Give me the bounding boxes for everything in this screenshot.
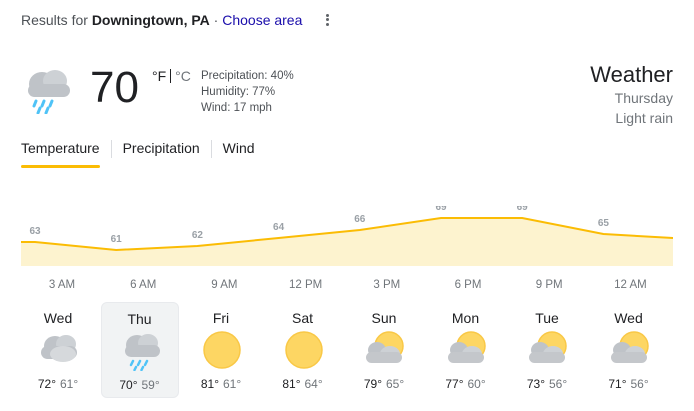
day-temps: 77° 60° bbox=[427, 377, 505, 391]
location-name: Downingtown, PA bbox=[91, 12, 210, 28]
high-temp: 79° bbox=[363, 377, 382, 391]
low-temp: 61° bbox=[223, 377, 242, 391]
high-temp: 81° bbox=[282, 377, 301, 391]
high-temp: 77° bbox=[445, 377, 464, 391]
temperature-data-label: 64 bbox=[273, 222, 285, 233]
temperature-data-label: 61 bbox=[111, 234, 123, 245]
precipitation-text: Precipitation: 40% bbox=[201, 70, 294, 82]
partly-cloudy-icon bbox=[526, 330, 570, 370]
low-temp: 65° bbox=[386, 377, 405, 391]
unit-toggle: °F °C bbox=[152, 68, 191, 84]
partly-cloudy-icon bbox=[608, 330, 652, 370]
current-temperature: 70 bbox=[90, 63, 139, 112]
day-temps: 72° 61° bbox=[19, 377, 97, 391]
more-options-icon[interactable] bbox=[320, 12, 334, 30]
fahrenheit-toggle[interactable]: °F bbox=[152, 68, 166, 84]
day-name: Sun bbox=[371, 310, 397, 326]
temperature-data-label: 66 bbox=[354, 214, 366, 225]
high-temp: 73° bbox=[526, 377, 545, 391]
forecast-day-6[interactable]: Tue 73° 56° bbox=[508, 302, 586, 398]
tab-precipitation[interactable]: Precipitation bbox=[123, 140, 200, 168]
humidity-text: Humidity: 77% bbox=[201, 86, 276, 98]
day-temps: 81° 64° bbox=[264, 377, 342, 391]
cloudy-icon bbox=[37, 330, 81, 370]
day-temps: 70° 59° bbox=[102, 378, 178, 392]
hour-label: 9 PM bbox=[535, 279, 563, 291]
low-temp: 64° bbox=[304, 377, 323, 391]
day-temps: 81° 61° bbox=[182, 377, 260, 391]
temperature-data-label: 65 bbox=[598, 218, 610, 229]
results-header: Results for Downingtown, PA · Choose are… bbox=[21, 12, 302, 28]
rain-cloud-icon bbox=[22, 64, 74, 115]
day-name: Fri bbox=[212, 310, 230, 326]
temperature-data-label: 69 bbox=[435, 206, 447, 213]
temperature-data-label: 63 bbox=[29, 226, 41, 237]
high-temp: 72° bbox=[37, 377, 56, 391]
day-temps: 73° 56° bbox=[508, 377, 586, 391]
summary-day: Thursday bbox=[614, 90, 673, 106]
day-temps: 79° 65° bbox=[345, 377, 423, 391]
summary-condition: Light rain bbox=[615, 110, 673, 126]
temperature-data-label: 69 bbox=[517, 206, 529, 213]
day-name: Thu bbox=[127, 311, 152, 327]
hour-labels: 3 AM 6 AM 9 AM 12 PM 3 PM 6 PM 9 PM 12 AM bbox=[21, 279, 673, 293]
forecast-day-1[interactable]: Thu 70° 59° bbox=[100, 302, 179, 398]
day-name: Tue bbox=[535, 310, 559, 326]
hour-label: 3 AM bbox=[48, 279, 76, 291]
rain-cloud-icon bbox=[120, 331, 164, 372]
forecast-day-0[interactable]: Wed 72° 61° bbox=[19, 302, 97, 398]
day-name: Sat bbox=[291, 310, 313, 326]
hour-label: 6 PM bbox=[454, 279, 482, 291]
forecast-day-2[interactable]: Fri 81° 61° bbox=[182, 302, 260, 398]
day-temps: 71° 56° bbox=[590, 377, 668, 391]
sun-icon bbox=[282, 330, 326, 370]
results-separator: · bbox=[213, 12, 219, 28]
sun-icon bbox=[200, 330, 244, 370]
hour-label: 12 PM bbox=[288, 279, 323, 291]
forecast-day-4[interactable]: Sun 79° 65° bbox=[345, 302, 423, 398]
weather-title: Weather bbox=[590, 62, 673, 87]
forecast-day-5[interactable]: Mon 77° 60° bbox=[427, 302, 505, 398]
low-temp: 56° bbox=[630, 377, 649, 391]
day-name: Wed bbox=[43, 310, 73, 326]
high-temp: 70° bbox=[119, 378, 138, 392]
low-temp: 59° bbox=[141, 378, 160, 392]
high-temp: 71° bbox=[608, 377, 627, 391]
hour-label: 6 AM bbox=[130, 279, 157, 291]
choose-area-link[interactable]: Choose area bbox=[222, 12, 302, 28]
forecast-day-3[interactable]: Sat 81° 64° bbox=[264, 302, 342, 398]
temperature-data-label: 62 bbox=[192, 230, 204, 241]
tab-wind[interactable]: Wind bbox=[223, 140, 255, 168]
results-prefix: Results for bbox=[21, 12, 88, 28]
weather-details: Precipitation: 40% Humidity: 77% Wind: 1… bbox=[201, 68, 294, 116]
day-name: Wed bbox=[614, 310, 643, 326]
wind-text: Wind: 17 mph bbox=[201, 102, 272, 114]
low-temp: 56° bbox=[549, 377, 568, 391]
low-temp: 61° bbox=[60, 377, 79, 391]
tab-temperature[interactable]: Temperature bbox=[21, 140, 100, 168]
day-name: Mon bbox=[451, 310, 480, 326]
hour-label: 3 PM bbox=[373, 279, 401, 291]
forecast-day-7[interactable]: Wed 71° 56° bbox=[590, 302, 668, 398]
weather-summary: Weather Thursday Light rain bbox=[590, 62, 673, 128]
hour-label: 9 AM bbox=[211, 279, 238, 291]
low-temp: 60° bbox=[467, 377, 486, 391]
hour-label: 12 AM bbox=[614, 279, 647, 291]
high-temp: 81° bbox=[200, 377, 219, 391]
forecast-tabs: Temperature Precipitation Wind bbox=[21, 140, 255, 168]
partly-cloudy-icon bbox=[363, 330, 407, 370]
daily-forecast: Wed 72° 61° Thu 70° 59° Fri 81° 61° Sat 81° 64° Sun 7… bbox=[17, 302, 677, 402]
celsius-toggle[interactable]: °C bbox=[175, 68, 191, 84]
temperature-chart: 63 61 62 64 66 69 69 65 bbox=[21, 206, 673, 266]
partly-cloudy-icon bbox=[445, 330, 489, 370]
